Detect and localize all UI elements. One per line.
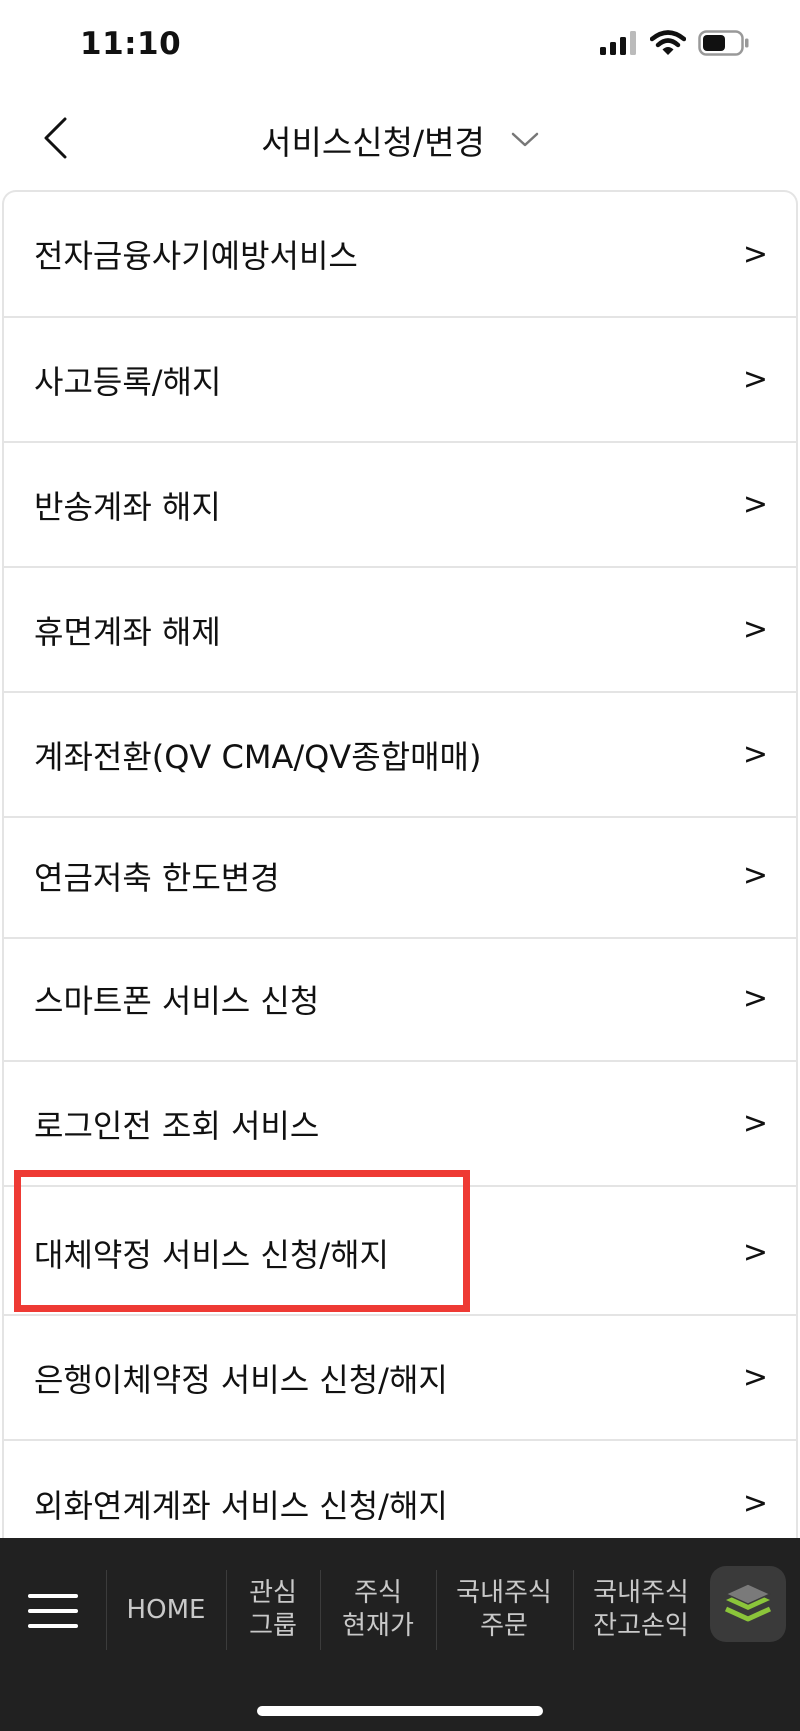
signal-icon <box>600 31 636 55</box>
chevron-right-icon: > <box>742 487 768 522</box>
battery-icon <box>698 30 749 56</box>
chevron-down-icon <box>511 132 539 147</box>
title-dropdown[interactable]: 서비스신청/변경 <box>0 116 800 164</box>
nav-stock-price[interactable]: 주식 현재가 <box>322 1568 434 1652</box>
chevron-right-icon: > <box>742 362 768 397</box>
menu-button[interactable] <box>22 1580 84 1642</box>
nav-divider <box>573 1570 574 1650</box>
list-item-label: 스마트폰 서비스 신청 <box>34 981 320 1020</box>
list-item-label: 휴면계좌 해제 <box>34 612 221 651</box>
list-item[interactable]: 사고등록/해지 > <box>4 318 796 443</box>
chevron-right-icon: > <box>742 858 768 893</box>
home-indicator <box>257 1706 543 1716</box>
chevron-right-icon: > <box>742 1360 768 1395</box>
nav-domestic-order[interactable]: 국내주식 주문 <box>438 1568 570 1652</box>
chevron-right-icon: > <box>742 737 768 772</box>
list-item[interactable]: 계좌전환(QV CMA/QV종합매매) > <box>4 693 796 818</box>
layers-button[interactable] <box>710 1566 786 1642</box>
list-item-label: 은행이체약정 서비스 신청/해지 <box>34 1360 448 1399</box>
chevron-right-icon: > <box>742 1106 768 1141</box>
wifi-icon <box>650 30 686 55</box>
list-item[interactable]: 외화연계계좌 서비스 신청/해지 > <box>4 1441 796 1540</box>
list-item[interactable]: 전자금융사기예방서비스 > <box>4 192 796 318</box>
list-item-label: 사고등록/해지 <box>34 362 222 401</box>
nav-divider <box>436 1570 437 1650</box>
layers-icon <box>724 1583 772 1622</box>
nav-divider <box>320 1570 321 1650</box>
chevron-right-icon: > <box>742 236 768 272</box>
nav-watchlist-group[interactable]: 관심 그룹 <box>228 1568 318 1652</box>
chevron-right-icon: > <box>742 1486 768 1521</box>
status-time: 11:10 <box>80 26 182 62</box>
chevron-right-icon: > <box>742 1235 768 1270</box>
bottom-nav-bar: HOME 관심 그룹 주식 현재가 국내주식 주문 국내주식 잔고손익 <box>0 1538 800 1731</box>
list-item-label: 연금저축 한도변경 <box>34 858 280 897</box>
chevron-right-icon: > <box>742 981 768 1016</box>
list-item-label: 반송계좌 해지 <box>34 487 221 526</box>
list-item-label: 외화연계계좌 서비스 신청/해지 <box>34 1486 448 1525</box>
list-item[interactable]: 스마트폰 서비스 신청 > <box>4 937 796 1062</box>
nav-divider <box>226 1570 227 1650</box>
list-item-label: 계좌전환(QV CMA/QV종합매매) <box>34 737 482 776</box>
hamburger-icon-line <box>28 1594 78 1598</box>
list-item[interactable]: 은행이체약정 서비스 신청/해지 > <box>4 1316 796 1441</box>
nav-domestic-balance[interactable]: 국내주식 잔고손익 <box>575 1568 707 1652</box>
service-list: 전자금융사기예방서비스 > 사고등록/해지 > 반송계좌 해지 > 휴면계좌 해… <box>2 190 798 1540</box>
hamburger-icon-line <box>28 1624 78 1628</box>
nav-divider <box>106 1570 107 1650</box>
hamburger-icon-line <box>28 1609 78 1613</box>
list-item-label: 대체약정 서비스 신청/해지 <box>34 1235 389 1274</box>
list-item[interactable]: 로그인전 조회 서비스 > <box>4 1062 796 1187</box>
list-item-label: 로그인전 조회 서비스 <box>34 1106 320 1145</box>
status-icons <box>600 30 750 56</box>
list-item[interactable]: 반송계좌 해지 > <box>4 443 796 568</box>
header: 서비스신청/변경 <box>0 90 800 190</box>
list-item[interactable]: 연금저축 한도변경 > <box>4 814 796 939</box>
status-bar: 11:10 <box>0 0 800 90</box>
list-item[interactable]: 대체약정 서비스 신청/해지 > <box>4 1191 796 1316</box>
list-item[interactable]: 휴면계좌 해제 > <box>4 568 796 693</box>
page-title: 서비스신청/변경 <box>261 123 485 162</box>
nav-home[interactable]: HOME <box>110 1568 222 1652</box>
chevron-right-icon: > <box>742 612 768 647</box>
list-item-label: 전자금융사기예방서비스 <box>34 237 358 275</box>
